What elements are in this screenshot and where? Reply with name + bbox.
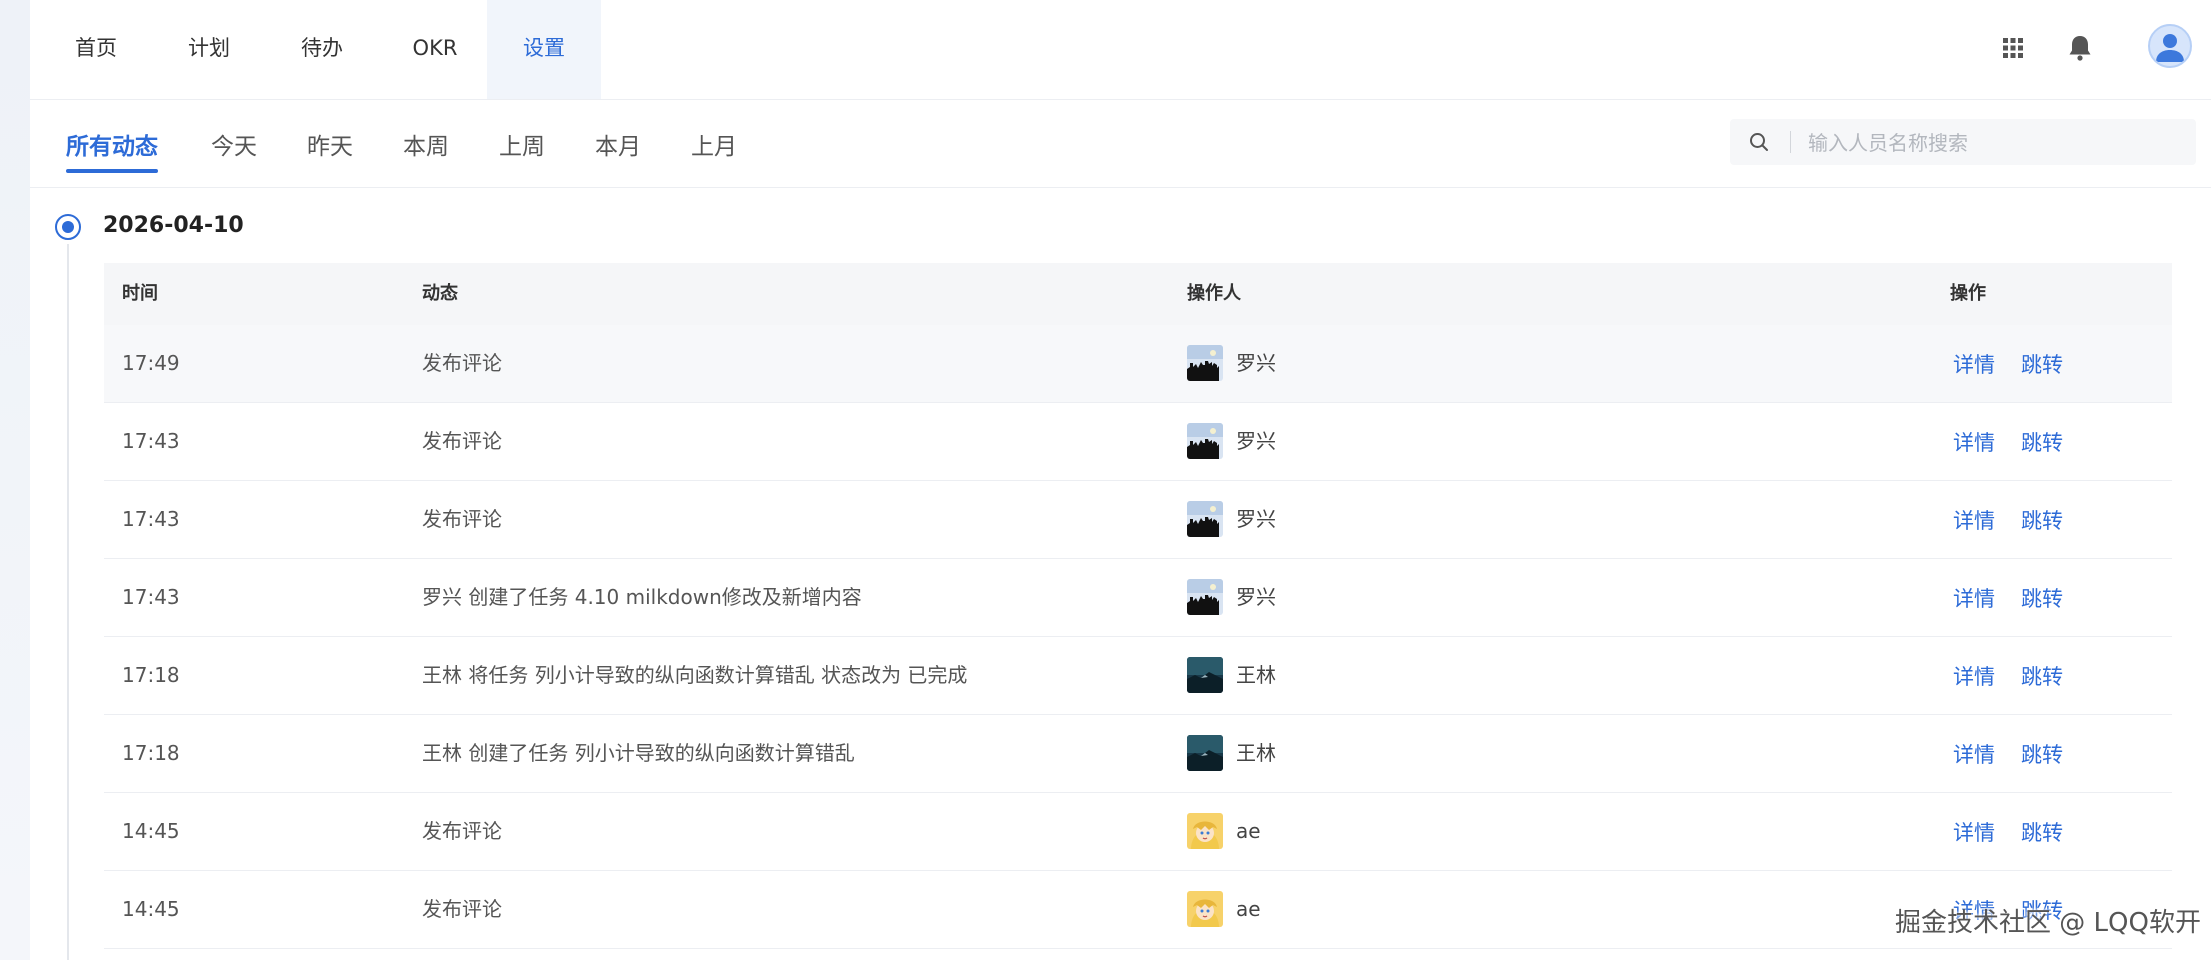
table-row[interactable]: 17:18 王林 创建了任务 列小计导致的纵向函数计算错乱 王林 详情 跳转 <box>104 715 2172 793</box>
filter-tab-today[interactable]: 今天 <box>211 127 257 161</box>
filter-tab-this-month[interactable]: 本月 <box>595 127 641 161</box>
nav-tab-settings[interactable]: 设置 <box>487 0 601 99</box>
detail-link[interactable]: 详情 <box>1953 715 1995 795</box>
footer-watermark: 掘金技术社区 @ LQQ软开 <box>1895 908 2201 938</box>
row-activity: 发布评论 <box>422 819 502 843</box>
jump-link[interactable]: 跳转 <box>2021 715 2063 795</box>
row-activity: 发布评论 <box>422 897 502 921</box>
operator-avatar <box>1187 501 1223 537</box>
operator-avatar <box>1187 813 1223 849</box>
operator-name: 罗兴 <box>1236 351 1276 375</box>
operator-name: 王林 <box>1236 663 1276 687</box>
row-time: 17:49 <box>122 351 180 375</box>
operator-avatar <box>1187 579 1223 615</box>
row-time: 17:43 <box>122 507 180 531</box>
left-edge-strip <box>0 0 30 960</box>
operator-avatar <box>1187 735 1223 771</box>
timeline-date: 2026-04-10 <box>103 213 244 238</box>
table-row[interactable]: 17:18 王林 将任务 列小计导致的纵向函数计算错乱 状态改为 已完成 王林 详情跳… <box>104 637 2172 715</box>
table-body: 17:49 发布评论 罗兴 详情 跳转 17:43 发布评论 罗兴 详情 跳转 17:43 发布评论罗… <box>104 325 2172 949</box>
user-avatar-top[interactable] <box>2148 24 2192 68</box>
timeline-dot <box>55 214 81 240</box>
row-activity: 发布评论 <box>422 429 502 453</box>
filter-tab-last-month[interactable]: 上月 <box>691 127 737 161</box>
filter-tab-last-week[interactable]: 上周 <box>499 127 545 161</box>
table-row[interactable]: 17:43 发布评论 罗兴 详情 跳转 <box>104 403 2172 481</box>
table-header: 时间 动态 操作人 操作 <box>104 263 2172 325</box>
table-row[interactable]: 17:43 罗兴 创建了任务 4.10 milkdown修改及新增内容 罗兴 详情 跳转 <box>104 559 2172 637</box>
activity-table: 时间 动态 操作人 操作 17:49 发布评论 罗兴 详情 跳转 17:43 发布评论 罗兴详… <box>104 263 2172 949</box>
row-activity: 罗兴 创建了任务 4.10 milkdown修改及新增内容 <box>422 585 862 609</box>
table-row[interactable]: 17:43 发布评论 罗兴 详情 跳转 <box>104 481 2172 559</box>
apps-grid-icon[interactable] <box>1991 26 2035 70</box>
detail-link[interactable]: 详情 <box>1953 325 1995 405</box>
filter-tab-all[interactable]: 所有动态 <box>66 127 158 173</box>
row-time: 17:43 <box>122 429 180 453</box>
detail-link[interactable]: 详情 <box>1953 559 1995 639</box>
operator-avatar <box>1187 423 1223 459</box>
row-time: 17:43 <box>122 585 180 609</box>
operator-name: ae <box>1236 819 1261 843</box>
jump-link[interactable]: 跳转 <box>2021 403 2063 483</box>
detail-link[interactable]: 详情 <box>1953 403 1995 483</box>
jump-link[interactable]: 跳转 <box>2021 559 2063 639</box>
nav-tab-home[interactable]: 首页 <box>53 0 139 99</box>
search-divider <box>1790 131 1791 153</box>
top-nav: 首页 计划 待办 OKR 设置 <box>30 0 2211 100</box>
search-icon <box>1750 133 1768 151</box>
detail-link[interactable]: 详情 <box>1953 637 1995 717</box>
nav-tab-plan[interactable]: 计划 <box>166 0 252 99</box>
operator-name: 王林 <box>1236 741 1276 765</box>
operator-name: 罗兴 <box>1236 429 1276 453</box>
table-row[interactable]: 14:45 发布评论 ae 详情 跳转 <box>104 871 2172 949</box>
jump-link[interactable]: 跳转 <box>2021 637 2063 717</box>
row-activity: 王林 将任务 列小计导致的纵向函数计算错乱 状态改为 已完成 <box>422 663 968 687</box>
row-activity: 王林 创建了任务 列小计导致的纵向函数计算错乱 <box>422 741 855 765</box>
column-header-action: 操作 <box>1950 283 1986 304</box>
table-row[interactable]: 14:45 发布评论 ae 详情 跳转 <box>104 793 2172 871</box>
operator-name: 罗兴 <box>1236 507 1276 531</box>
operator-name: 罗兴 <box>1236 585 1276 609</box>
column-header-time: 时间 <box>122 283 158 304</box>
row-time: 17:18 <box>122 741 180 765</box>
jump-link[interactable]: 跳转 <box>2021 481 2063 561</box>
column-header-operator: 操作人 <box>1187 283 1241 304</box>
jump-link[interactable]: 跳转 <box>2021 325 2063 405</box>
row-time: 14:45 <box>122 897 180 921</box>
jump-link[interactable]: 跳转 <box>2021 793 2063 873</box>
column-header-activity: 动态 <box>422 283 458 304</box>
operator-avatar <box>1187 657 1223 693</box>
row-activity: 发布评论 <box>422 351 502 375</box>
filter-tab-yesterday[interactable]: 昨天 <box>307 127 353 161</box>
detail-link[interactable]: 详情 <box>1953 481 1995 561</box>
operator-name: ae <box>1236 897 1261 921</box>
table-row[interactable]: 17:49 发布评论 罗兴 详情 跳转 <box>104 325 2172 403</box>
timeline-line <box>67 244 69 960</box>
row-time: 17:18 <box>122 663 180 687</box>
nav-tab-todo[interactable]: 待办 <box>279 0 365 99</box>
detail-link[interactable]: 详情 <box>1953 793 1995 873</box>
bell-icon[interactable] <box>2058 26 2102 70</box>
row-time: 14:45 <box>122 819 180 843</box>
search-box <box>1730 119 2196 167</box>
operator-avatar <box>1187 891 1223 927</box>
search-input[interactable] <box>1806 119 2190 167</box>
operator-avatar <box>1187 345 1223 381</box>
filter-tab-this-week[interactable]: 本周 <box>403 127 449 161</box>
nav-tab-okr[interactable]: OKR <box>392 0 478 99</box>
row-activity: 发布评论 <box>422 507 502 531</box>
